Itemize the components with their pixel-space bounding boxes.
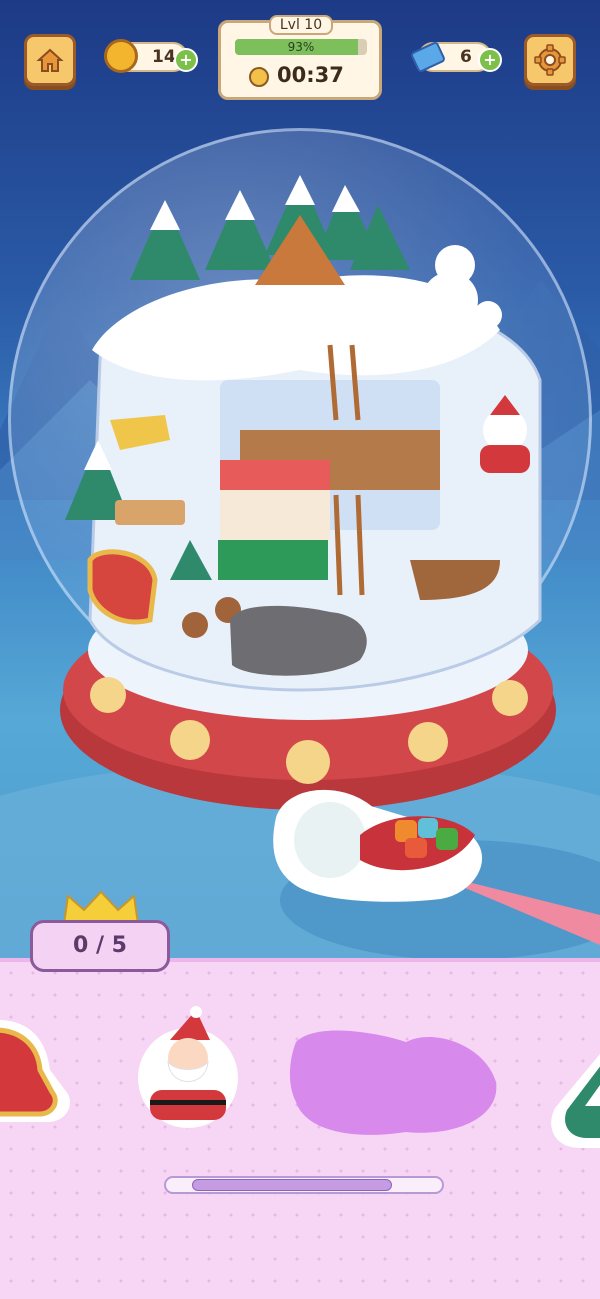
settings-button[interactable] bbox=[524, 34, 576, 86]
level-panel: Lvl 10 93% 00:37 bbox=[218, 15, 382, 100]
timer: 00:37 bbox=[249, 63, 344, 87]
hidden-item-icon[interactable] bbox=[286, 1022, 506, 1142]
game-scene bbox=[0, 0, 600, 960]
coin-count: 14 bbox=[152, 47, 176, 67]
ticket-count: 6 bbox=[460, 47, 472, 67]
home-button[interactable] bbox=[24, 34, 76, 86]
ticket-icon bbox=[411, 42, 445, 72]
tree-icon[interactable] bbox=[545, 1048, 600, 1158]
tray-scroll-thumb[interactable] bbox=[192, 1179, 392, 1191]
home-icon bbox=[36, 48, 64, 72]
level-progress-text: 93% bbox=[287, 40, 315, 54]
sleigh-icon[interactable] bbox=[0, 1010, 90, 1130]
clock-icon bbox=[249, 67, 269, 87]
found-counter: 0 / 5 bbox=[30, 920, 170, 972]
level-label: Lvl 10 bbox=[269, 15, 333, 35]
grabber-tongs bbox=[273, 789, 600, 945]
timer-text: 00:37 bbox=[277, 63, 344, 87]
coin-counter: 14 + bbox=[104, 39, 198, 73]
add-coins-button[interactable]: + bbox=[174, 48, 198, 72]
add-tickets-button[interactable]: + bbox=[478, 48, 502, 72]
coin-icon bbox=[104, 39, 138, 73]
ticket-counter: 6 + bbox=[411, 42, 502, 72]
gear-icon bbox=[534, 44, 566, 76]
tray-scrollbar[interactable] bbox=[164, 1176, 444, 1194]
santa-icon[interactable] bbox=[130, 1000, 250, 1140]
level-progress-bar: 93% bbox=[235, 39, 367, 55]
